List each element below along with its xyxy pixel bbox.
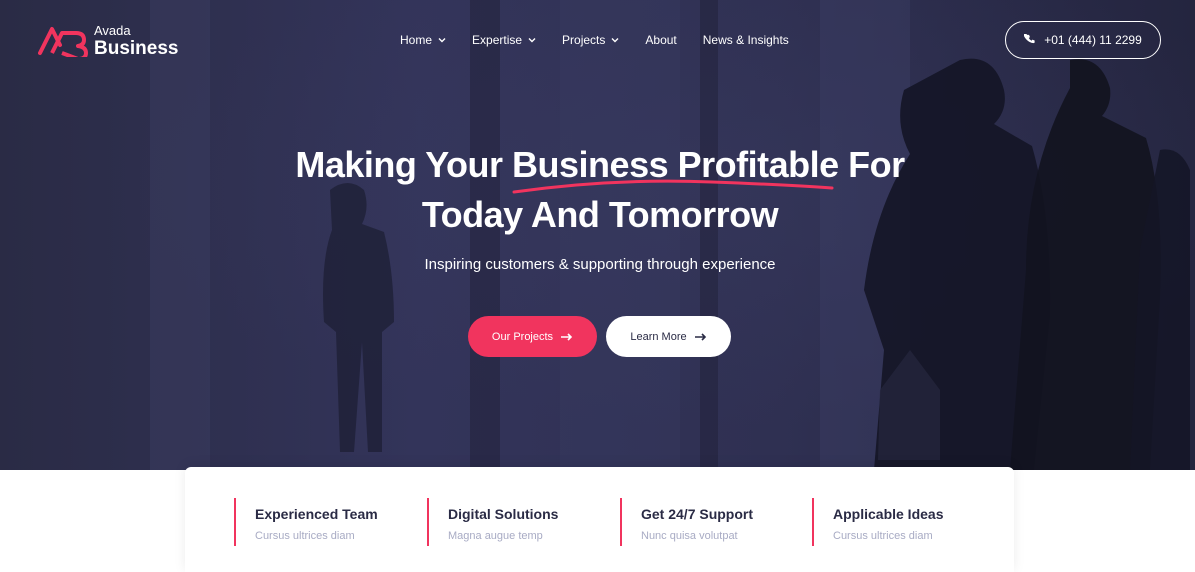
nav-item-label: Expertise (472, 33, 523, 47)
learn-more-button[interactable]: Learn More (606, 316, 731, 357)
nav-item-label: News & Insights (702, 33, 789, 47)
feature-title: Experienced Team (255, 506, 378, 522)
logo-big-text: Business (94, 38, 179, 59)
nav-item-label: About (645, 33, 677, 47)
nav-item-expertise[interactable]: Expertise (472, 33, 536, 47)
feature-title: Get 24/7 Support (641, 506, 754, 522)
features-panel: Experienced Team Cursus ultrices diam Di… (185, 467, 1014, 572)
our-projects-label: Our Projects (491, 330, 554, 343)
headline-underline-decoration (512, 179, 834, 194)
nav-item-home[interactable]: Home (400, 33, 446, 47)
feature-desc: Cursus ultrices diam (833, 530, 933, 542)
nav-item-label: Home (400, 33, 433, 47)
hero-section: Avada Business Home Expertise Projects A… (0, 0, 1195, 470)
hero-headline-line2: Today And Tomorrow (421, 194, 779, 235)
nav-item-label: Projects (562, 33, 606, 47)
chevron-down-icon (528, 38, 536, 43)
feature-item-digital-solutions: Digital Solutions Magna augue temp (427, 498, 558, 546)
hero-subtitle: Inspiring customers & supporting through… (424, 256, 776, 273)
chevron-down-icon (438, 38, 446, 43)
brand-logo[interactable]: Avada Business (38, 24, 178, 58)
learn-more-label: Learn More (630, 330, 687, 343)
feature-title: Applicable Ideas (833, 506, 944, 522)
phone-button[interactable]: +01 (444) 11 2299 (1005, 21, 1161, 59)
feature-desc: Cursus ultrices diam (255, 530, 355, 542)
feature-item-applicable-ideas: Applicable Ideas Cursus ultrices diam (812, 498, 943, 546)
main-nav: Home Expertise Projects About News & Ins… (400, 33, 815, 47)
our-projects-button[interactable]: Our Projects (468, 316, 597, 357)
arrow-right-icon (694, 332, 706, 341)
logo-small-text: Avada (94, 23, 131, 38)
feature-item-support: Get 24/7 Support Nunc quisa volutpat (620, 498, 753, 546)
feature-desc: Nunc quisa volutpat (641, 530, 738, 542)
phone-number: +01 (444) 11 2299 (1044, 33, 1142, 47)
feature-item-experienced-team: Experienced Team Cursus ultrices diam (234, 498, 378, 546)
phone-icon (1024, 34, 1035, 44)
nav-item-news-insights[interactable]: News & Insights (703, 33, 789, 47)
nav-item-about[interactable]: About (645, 33, 676, 47)
feature-title: Digital Solutions (448, 506, 559, 522)
feature-desc: Magna augue temp (448, 530, 543, 542)
logo-text: Avada Business (94, 24, 178, 58)
chevron-down-icon (611, 38, 619, 43)
arrow-right-icon (561, 332, 573, 341)
logo-mark-icon (38, 27, 88, 57)
nav-item-projects[interactable]: Projects (562, 33, 619, 47)
